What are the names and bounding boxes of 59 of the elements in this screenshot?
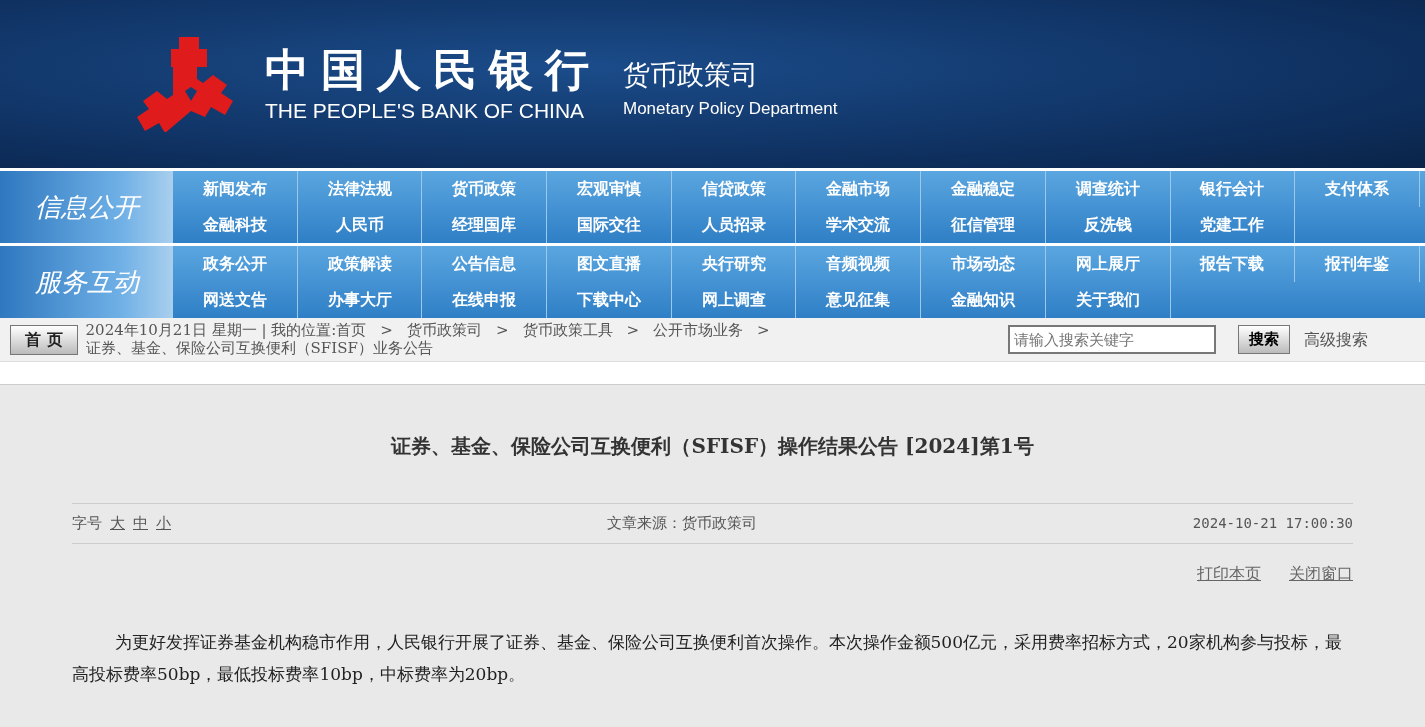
nav-link[interactable]: 政策解读 [297,246,423,282]
font-size-label: 字号 [72,513,102,535]
search-field[interactable]: 请输入搜索关键字 [1007,325,1216,354]
nav-section-label: 信息公开 [0,171,173,243]
nav-link[interactable]: 金融科技 [173,207,298,243]
nav-link[interactable]: 征信管理 [921,207,1046,243]
breadcrumb-separator: > [380,321,393,340]
nav-link[interactable]: 网上展厅 [1045,246,1171,282]
nav-link[interactable]: 国际交往 [547,207,672,243]
action-link[interactable]: 打印本页 [1197,562,1261,586]
nav-link[interactable]: 央行研究 [671,246,797,282]
font-size-link[interactable]: 中 [133,512,148,535]
nav-link[interactable]: 货币政策 [422,171,548,207]
nav-link[interactable]: 报刊年鉴 [1295,246,1420,282]
nav-link[interactable]: 金融市场 [796,171,922,207]
breadcrumb-link[interactable]: 公开市场业务 [653,322,744,340]
article-datetime: 2024-10-21 17:00:30 [1192,514,1353,533]
nav-link[interactable]: 金融稳定 [921,171,1046,207]
nav-link[interactable]: 图文直播 [547,246,672,282]
font-size-link[interactable]: 大 [110,512,125,535]
search-button[interactable]: 搜索 [1237,325,1290,354]
nav-link[interactable]: 新闻发布 [173,171,298,207]
breadcrumb-link[interactable]: 货币政策工具 [522,322,613,340]
article-source: 文章来源：货币政策司 [606,513,757,535]
nav-link[interactable]: 人员招录 [671,207,797,243]
nav-section-label: 服务互动 [0,246,173,318]
logo-subtitle: THE PEOPLE'S BANK OF CHINA [265,99,586,121]
nav-link[interactable]: 政务公开 [173,246,298,282]
breadcrumb-separator: > [495,321,509,340]
breadcrumb-link[interactable]: 证券、基金、保险公司互换便利（SFISF）业务公告 [85,339,433,357]
nav-link[interactable]: 反洗钱 [1045,207,1171,243]
nav-link[interactable]: 公告信息 [422,246,548,282]
breadcrumb-separator: > [626,321,640,340]
nav-link[interactable]: 经理国库 [422,207,548,243]
action-link[interactable]: 关闭窗口 [1289,562,1353,586]
nav-link[interactable]: 报告下载 [1170,246,1296,282]
nav-link[interactable]: 法律法规 [297,171,423,207]
nav-link[interactable]: 音频视频 [796,246,922,282]
logo-title: 中国人民银行 [265,47,601,92]
advanced-search-link[interactable]: 高级搜索 [1303,327,1368,352]
article-title: 证券、基金、保险公司互换便利（SFISF）操作结果公告 [2024]第1号 [389,433,1035,460]
department-title: 货币政策司 [623,60,759,88]
breadcrumb-link[interactable]: 货币政策司 [406,322,482,340]
nav-link[interactable]: 信贷政策 [671,171,797,207]
nav-link[interactable]: 党建工作 [1170,207,1296,243]
home-button[interactable]: 首 页 [10,324,78,355]
breadcrumb-separator: > [757,321,770,340]
department-subtitle: Monetary Policy Department [623,97,838,120]
nav-link[interactable]: 调查统计 [1045,171,1171,207]
font-size-link[interactable]: 小 [156,512,171,535]
nav-link[interactable]: 宏观审慎 [547,171,672,207]
article-paragraph: 为更好发挥证券基金机构稳市作用，人民银行开展了证券、基金、保险公司互换便利首次操作。本次操作金额500亿元，采用费率招标方式，20家机构参与投标，最高投标费率50bp，最低投标费率10bp，中标费率为20bp。 [72,631,1343,687]
breadcrumb-link[interactable]: 首页 [336,322,367,340]
nav-link[interactable]: 支付体系 [1295,171,1420,207]
nav-link[interactable]: 人民币 [297,207,423,243]
nav-link[interactable]: 银行会计 [1170,171,1296,207]
date-text: 2024年10月21日 星期一 | 我的位置: [85,321,337,340]
nav-link[interactable]: 市场动态 [921,246,1046,282]
nav-link[interactable]: 学术交流 [796,207,922,243]
